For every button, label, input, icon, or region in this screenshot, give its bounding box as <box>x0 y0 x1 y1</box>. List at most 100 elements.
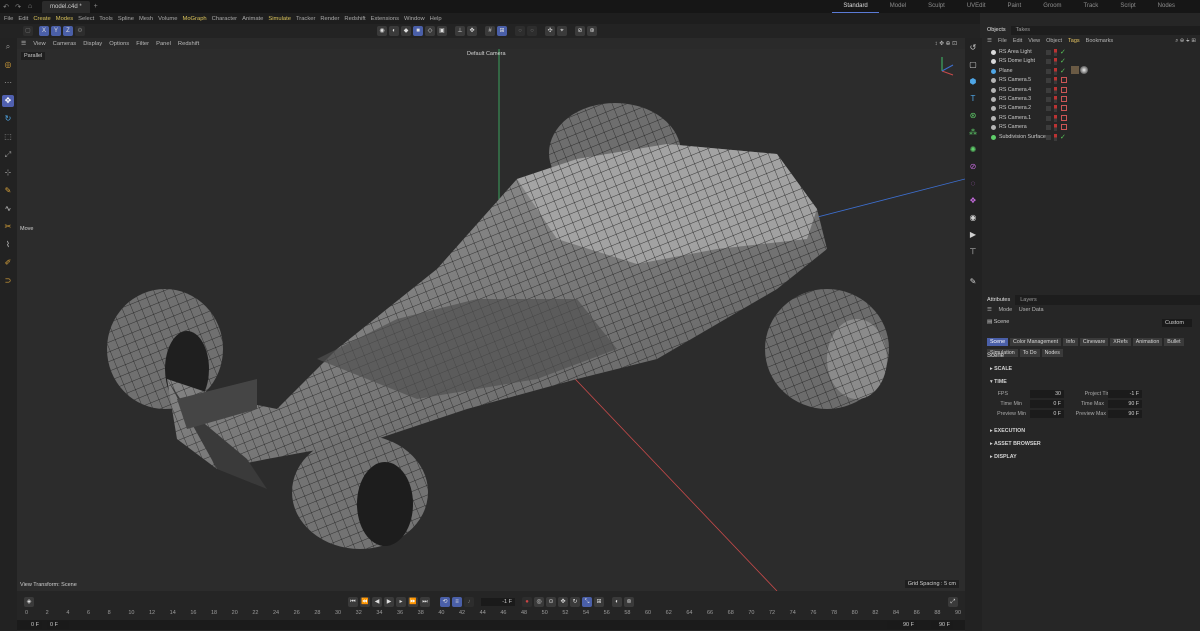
deformer-icon[interactable]: ⊘ <box>967 161 979 173</box>
menu-modes[interactable]: Modes <box>56 16 73 22</box>
render-dots-icon[interactable] <box>1054 114 1057 122</box>
attr-tab-nodes[interactable]: Nodes <box>1041 349 1063 357</box>
rotation-key-icon[interactable]: ↻ <box>570 597 580 607</box>
preview-end-field[interactable]: 90 F <box>887 621 917 629</box>
paint-tool-icon[interactable]: ✐ <box>2 257 14 269</box>
next-frame-icon[interactable]: ▸ <box>396 597 406 607</box>
effector-icon[interactable]: ✺ <box>967 144 979 156</box>
object-row[interactable]: Plane ✓ <box>982 67 1200 76</box>
menu-help[interactable]: Help <box>430 16 442 22</box>
camera-label[interactable]: Default Camera <box>467 51 506 57</box>
fps-field[interactable]: 30 <box>1030 390 1064 398</box>
menu-edit[interactable]: Edit <box>18 16 28 22</box>
rs-camera-tag-icon[interactable] <box>1061 77 1067 84</box>
object-row[interactable]: RS Area Light ✓ <box>982 48 1200 57</box>
pen-tool-icon[interactable]: ✎ <box>2 185 14 197</box>
range-start-field[interactable]: 0 F <box>20 621 42 629</box>
enabled-check-icon[interactable]: ✓ <box>1060 133 1066 142</box>
menu-tools[interactable]: Tools <box>99 16 113 22</box>
pivot-tool-icon[interactable]: ⊹ <box>2 167 14 179</box>
spline-tool-icon[interactable]: ∿ <box>2 203 14 215</box>
section-display[interactable]: ▸ DISPLAY <box>990 454 1017 460</box>
visibility-toggle[interactable] <box>1046 115 1051 121</box>
menu-window[interactable]: Window <box>404 16 425 22</box>
vp-menu-filter[interactable]: Filter <box>136 41 149 47</box>
menu-render[interactable]: Render <box>320 16 339 22</box>
menu-character[interactable]: Character <box>212 16 237 22</box>
layout-standard[interactable]: Standard <box>832 0 879 13</box>
layout-model[interactable]: Model <box>879 0 917 13</box>
light-object-icon[interactable]: ⊤ <box>967 246 979 258</box>
scale-tool-icon[interactable]: ⬚ <box>2 131 14 143</box>
rs-camera-tag-icon[interactable] <box>1061 86 1067 93</box>
quantize-icon[interactable]: ○ <box>515 26 525 36</box>
vp-menu-options[interactable]: Options <box>109 41 129 47</box>
attr-menu-userdata[interactable]: User Data <box>1019 307 1044 313</box>
render-dots-icon[interactable] <box>1054 49 1057 56</box>
object-row[interactable]: RS Camera.1 <box>982 114 1200 123</box>
undo-view-icon[interactable]: ↺ <box>967 42 979 54</box>
axis-z-button[interactable]: Z <box>63 26 73 36</box>
polygons-mode-icon[interactable]: ◆ <box>401 26 411 36</box>
plane-object-icon[interactable]: ▢ <box>967 59 979 71</box>
preset-dropdown[interactable]: Custom <box>1162 319 1192 327</box>
om-bookmarks[interactable]: Bookmarks <box>1086 38 1114 44</box>
play-icon[interactable]: ▶ <box>384 597 394 607</box>
menu-select[interactable]: Select <box>78 16 94 22</box>
select-object-icon[interactable]: ▢ <box>23 26 33 36</box>
render-dots-icon[interactable] <box>1054 58 1057 66</box>
loop-icon[interactable]: ⟲ <box>440 597 450 607</box>
preview-start-field[interactable]: 0 F <box>47 621 69 629</box>
camera-object-icon[interactable]: ◉ <box>967 212 979 224</box>
visibility-toggle[interactable] <box>1046 78 1051 84</box>
uv-mode-icon[interactable]: ◇ <box>425 26 435 36</box>
go-to-end-icon[interactable]: ⏭ <box>420 597 430 607</box>
cube-object-icon[interactable]: ⬢ <box>967 76 979 88</box>
tab-takes[interactable]: Takes <box>1011 26 1035 35</box>
visibility-toggle[interactable] <box>1046 97 1051 102</box>
viewport-hamburger-icon[interactable]: ☰ <box>21 41 26 47</box>
render-dots-icon[interactable] <box>1054 133 1057 141</box>
axis-y-button[interactable]: Y <box>51 26 61 36</box>
om-tags[interactable]: Tags <box>1068 38 1080 44</box>
zoom-icon[interactable]: ⌕ <box>2 41 14 53</box>
visibility-toggle[interactable] <box>1046 68 1051 74</box>
keyframe-selection-icon[interactable]: ⊙ <box>546 597 556 607</box>
brush-tool-icon[interactable]: ⌇ <box>2 239 14 251</box>
attr-hamburger-icon[interactable]: ☰ <box>987 307 992 313</box>
visibility-toggle[interactable] <box>1046 59 1051 65</box>
vp-menu-redshift[interactable]: Redshift <box>178 41 199 47</box>
section-time[interactable]: ▾ TIME <box>990 379 1007 385</box>
live-selection-icon[interactable]: ◎ <box>2 59 14 71</box>
layout-uvedit[interactable]: UVEdit <box>956 0 997 13</box>
menu-redshift[interactable]: Redshift <box>344 16 365 22</box>
auto-key-icon[interactable]: ◎ <box>534 597 544 607</box>
scale-key-icon[interactable]: ⤡ <box>582 597 592 607</box>
material-tag-icon[interactable] <box>1071 66 1079 74</box>
paint-bucket-icon[interactable]: ✎ <box>967 276 979 288</box>
frame-range-bar[interactable]: 0 F 0 F 90 F 90 F <box>17 620 965 630</box>
render-view-icon[interactable]: ⊘ <box>575 26 585 36</box>
render-settings-icon[interactable]: ⊛ <box>587 26 597 36</box>
render-dots-icon[interactable] <box>1054 96 1057 103</box>
cloner-icon[interactable]: ⁂ <box>967 127 979 139</box>
menu-volume[interactable]: Volume <box>158 16 177 22</box>
om-view[interactable]: View <box>1028 38 1040 44</box>
visibility-toggle[interactable] <box>1046 106 1051 112</box>
enabled-check-icon[interactable]: ✓ <box>1060 48 1066 57</box>
om-object[interactable]: Object <box>1046 38 1062 44</box>
next-key-icon[interactable]: ⏩ <box>408 597 418 607</box>
object-row[interactable]: RS Camera <box>982 123 1200 132</box>
new-tab-icon[interactable]: + <box>90 3 102 10</box>
menu-create[interactable]: Create <box>33 16 50 22</box>
3d-viewport[interactable]: Parallel Default Camera Move View Transf… <box>17 49 965 591</box>
enabled-check-icon[interactable]: ✓ <box>1060 57 1066 66</box>
redo-icon[interactable]: ↷ <box>12 3 24 11</box>
render-dots-icon[interactable] <box>1054 77 1057 85</box>
record-icon[interactable]: ● <box>522 597 532 607</box>
field-icon[interactable]: ◌ <box>967 178 979 190</box>
visibility-toggle[interactable] <box>1046 87 1051 93</box>
viewport-nav-icons[interactable]: ↕ ✥ ⊕ ⊡ <box>935 41 957 47</box>
symmetry-icon[interactable]: ✣ <box>545 26 555 36</box>
render-dots-icon[interactable] <box>1054 86 1057 94</box>
